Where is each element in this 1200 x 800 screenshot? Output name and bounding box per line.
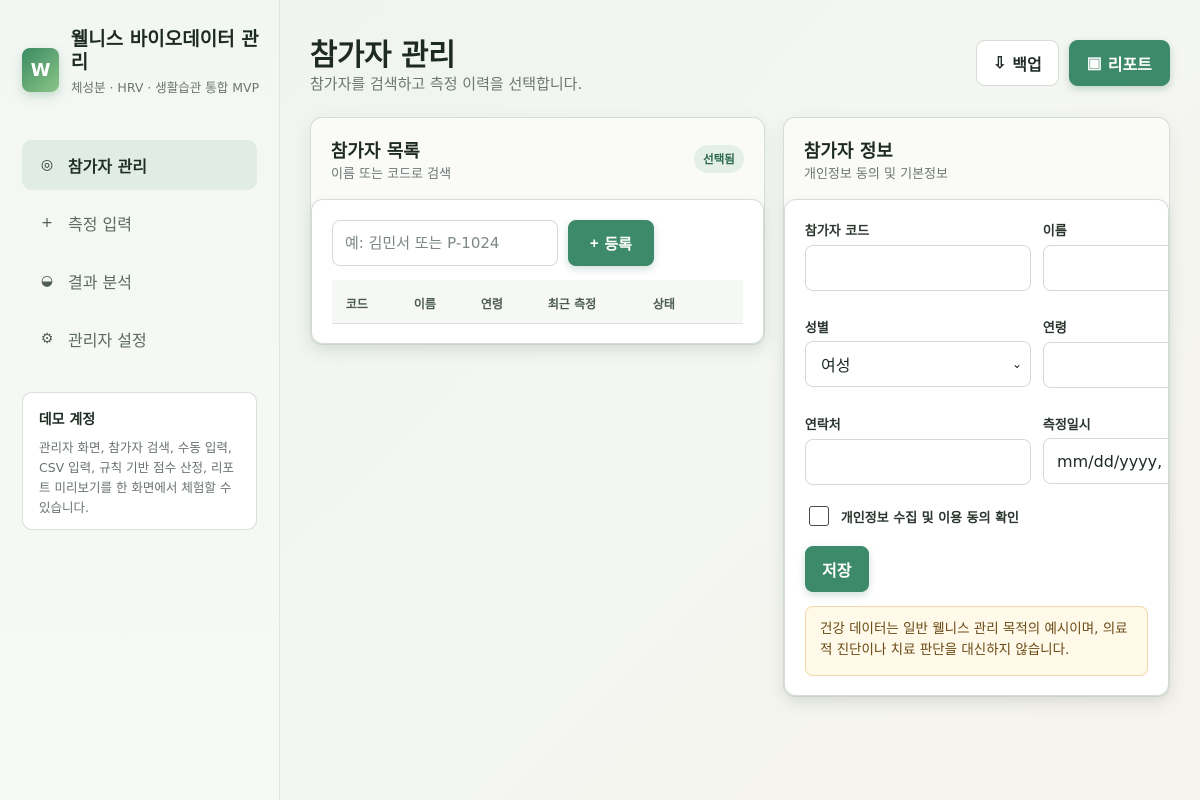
sidebar-item-measurement[interactable]: + 측정 입력 [22,198,257,248]
participant-form: 참가자 코드 이름 성별 여성 ⌄ 연령 연락처 측정일시 mm/dd/yyyy… [784,199,1169,696]
status-badge: 선택됨 [694,145,744,173]
panel-title: 참가자 정보 [804,141,894,162]
column-header-age[interactable]: 연령 [481,295,503,312]
sidebar-item-admin-settings[interactable]: ⚙ 관리자 설정 [22,314,257,364]
gender-label: 성별 [805,321,829,336]
brand-subtitle: 체성분 · HRV · 생활습관 통합 MVP [71,80,260,95]
column-header-status[interactable]: 상태 [653,295,675,312]
download-icon: ⇩ [993,55,1007,72]
sidebar-item-label: 참가자 관리 [68,157,148,176]
panel-title: 참가자 목록 [331,141,421,162]
panel-body: + 등록 코드 이름 연령 최근 측정 상태 [311,199,764,344]
gender-select[interactable]: 여성 ⌄ [805,341,1031,387]
panel-description: 이름 또는 코드로 검색 [331,167,452,182]
page-subtitle: 참가자를 검색하고 측정 이력을 선택합니다. [310,75,583,93]
sidebar-item-label: 측정 입력 [68,215,132,234]
consent-checkbox[interactable] [809,506,829,526]
participant-info-panel: 참가자 정보 개인정보 동의 및 기본정보 참가자 코드 이름 성별 여성 ⌄ … [783,117,1170,697]
gender-selected-value: 여성 [821,356,851,375]
name-field[interactable] [1043,245,1168,291]
sidebar-item-analysis[interactable]: ◒ 결과 분석 [22,256,257,306]
register-label: 등록 [604,235,633,253]
sidebar: W 웰니스 바이오데이터 관리 체성분 · HRV · 생활습관 통합 MVP … [0,0,280,800]
demo-title: 데모 계정 [39,412,96,428]
report-icon: ▣ [1086,55,1102,72]
brand-logo: W [22,48,59,92]
participant-code-label: 참가자 코드 [805,224,870,239]
brand-title: 웰니스 바이오데이터 관리 [71,28,260,73]
target-icon: ◎ [40,157,54,173]
demo-description: 관리자 화면, 참가자 검색, 수동 입력, CSV 입력, 규칙 기반 점수 … [39,440,235,515]
age-field[interactable] [1043,342,1168,388]
measurement-datetime-label: 측정일시 [1043,418,1091,433]
report-button[interactable]: ▣ 리포트 [1069,40,1170,86]
column-header-name[interactable]: 이름 [414,295,436,312]
sidebar-item-label: 결과 분석 [68,273,132,292]
save-button[interactable]: 저장 [805,546,869,592]
demo-account-card: 데모 계정 관리자 화면, 참가자 검색, 수동 입력, CSV 입력, 규칙 … [22,392,257,530]
participant-code-field[interactable] [805,245,1031,291]
plus-icon: + [589,234,599,252]
plus-icon: + [41,215,53,231]
contact-label: 연락처 [805,418,841,433]
gear-icon: ⚙ [40,331,54,347]
column-header-code[interactable]: 코드 [346,295,368,312]
column-header-recent-measurement[interactable]: 최근 측정 [548,295,596,312]
sidebar-item-participants[interactable]: ◎ 참가자 관리 [22,140,257,190]
table-header: 코드 이름 연령 최근 측정 상태 [332,280,743,324]
consent-label[interactable]: 개인정보 수집 및 이용 동의 확인 [841,507,1019,526]
datetime-placeholder: mm/dd/yyyy, --:-- -- [1057,451,1168,471]
sidebar-item-label: 관리자 설정 [68,331,147,350]
panel-header: 참가자 정보 개인정보 동의 및 기본정보 [784,118,1169,200]
report-label: 리포트 [1107,57,1153,74]
backup-label: 백업 [1012,57,1042,74]
name-label: 이름 [1043,224,1067,239]
disclaimer-notice: 건강 데이터는 일반 웰니스 관리 목적의 예시이며, 의료적 진단이나 치료 … [805,606,1148,676]
sidebar-nav: ◎ 참가자 관리 + 측정 입력 ◒ 결과 분석 ⚙ 관리자 설정 [22,140,257,372]
backup-button[interactable]: ⇩ 백업 [976,40,1059,86]
age-label: 연령 [1043,321,1067,336]
chevron-down-icon: ⌄ [1011,357,1022,371]
register-button[interactable]: + 등록 [568,220,654,266]
half-circle-icon: ◒ [40,273,54,289]
panel-header: 참가자 목록 이름 또는 코드로 검색 선택됨 [311,118,764,200]
search-input[interactable] [332,220,558,266]
measurement-datetime-field[interactable]: mm/dd/yyyy, --:-- -- [1043,438,1168,484]
consent-row: 개인정보 수집 및 이용 동의 확인 [809,506,1019,526]
panel-description: 개인정보 동의 및 기본정보 [804,167,948,182]
contact-field[interactable] [805,439,1031,485]
page-title: 참가자 관리 [310,38,456,73]
participant-list-panel: 참가자 목록 이름 또는 코드로 검색 선택됨 + 등록 코드 이름 연령 최근… [310,117,765,345]
